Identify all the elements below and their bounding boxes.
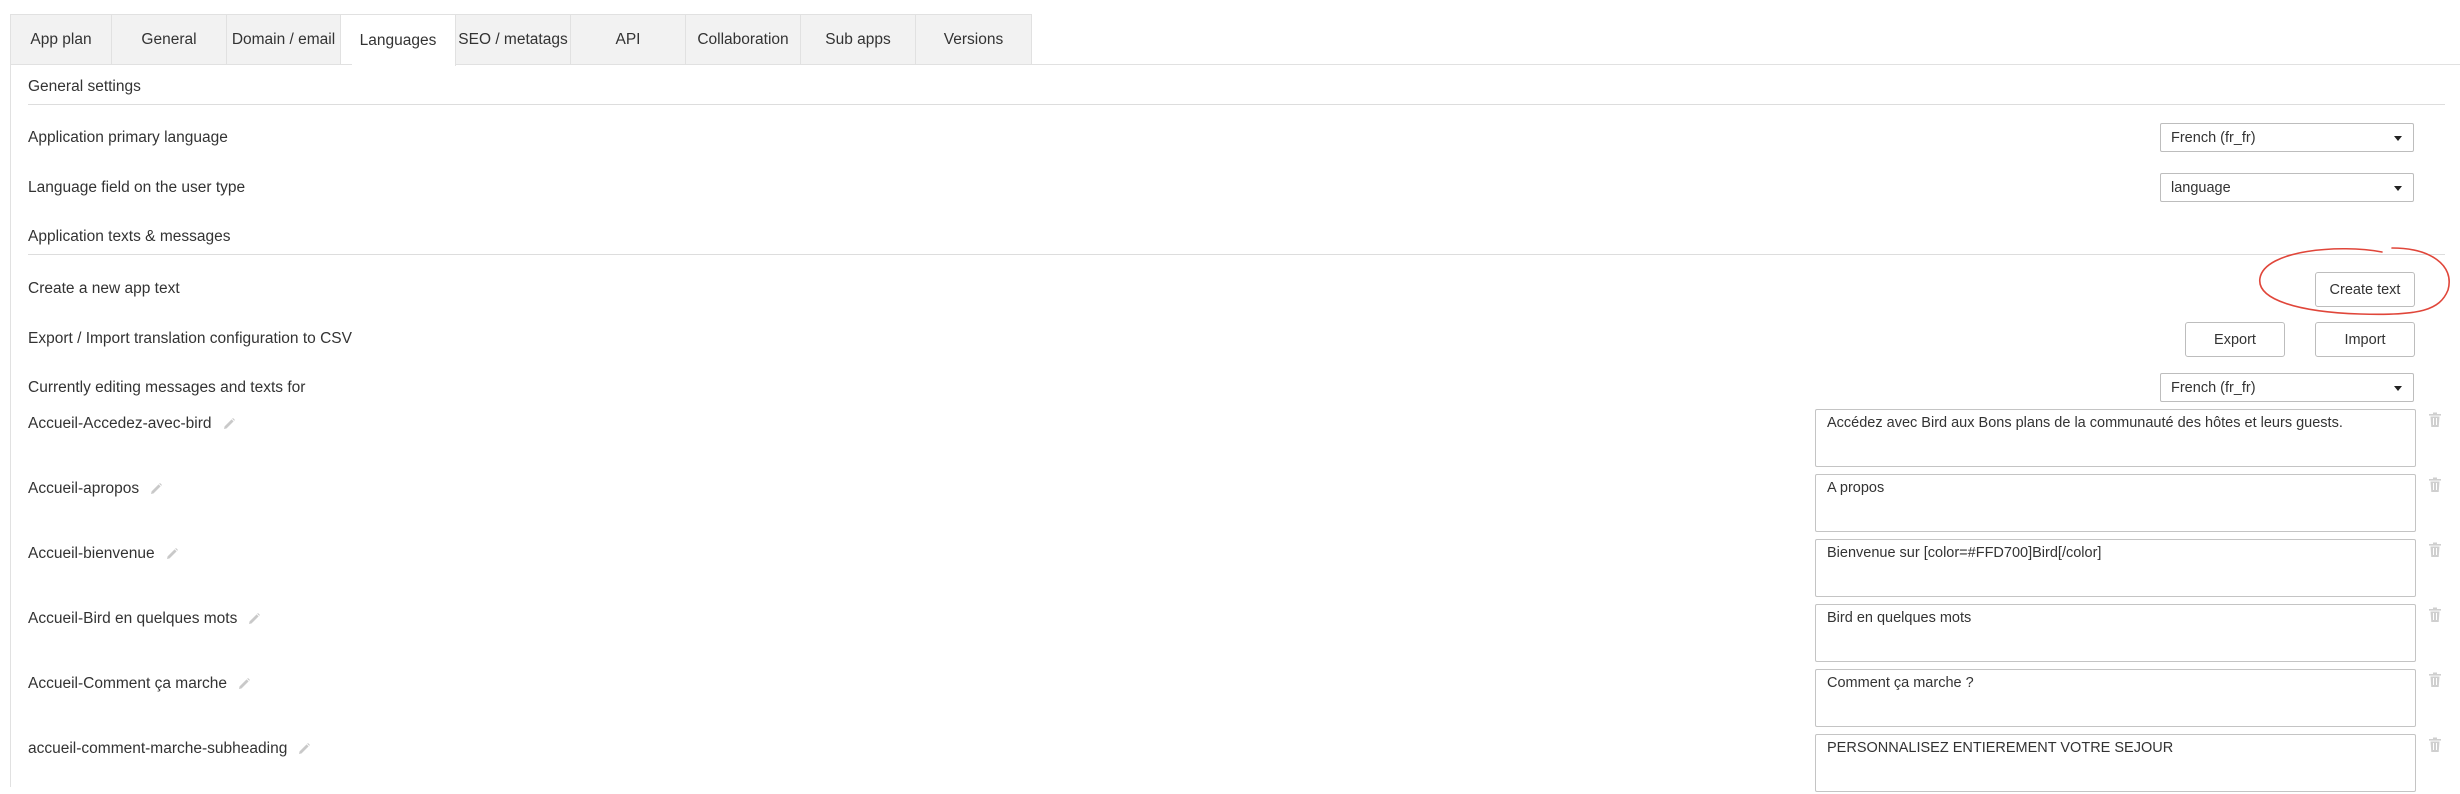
pencil-icon[interactable] (247, 612, 261, 626)
section-divider (28, 104, 2445, 105)
language-field-dropdown[interactable]: language (2160, 173, 2414, 202)
trash-icon[interactable] (2428, 412, 2442, 428)
pencil-icon[interactable] (237, 677, 251, 691)
language-field-value: language (2171, 179, 2231, 196)
editing-language-dropdown[interactable]: French (fr_fr) (2160, 373, 2414, 402)
app-text-value-input[interactable]: Bird en quelques mots (1815, 604, 2416, 662)
tab-bar-divider (455, 64, 2460, 65)
tab-collaboration[interactable]: Collaboration (686, 15, 801, 65)
section-divider (28, 254, 2445, 255)
caret-down-icon (2394, 186, 2402, 191)
tab-languages[interactable]: Languages (341, 15, 456, 66)
pencil-icon[interactable] (165, 547, 179, 561)
app-text-row: Accueil-apropos A propos (0, 474, 2460, 534)
app-text-key: accueil-comment-marche-subheading (28, 740, 288, 757)
create-text-button[interactable]: Create text (2315, 272, 2415, 307)
app-text-value-input[interactable]: Comment ça marche ? (1815, 669, 2416, 727)
tab-api[interactable]: API (571, 15, 686, 65)
import-button[interactable]: Import (2315, 322, 2415, 357)
app-text-key: Accueil-Bird en quelques mots (28, 610, 238, 627)
tab-seo-metatags[interactable]: SEO / metatags (456, 15, 571, 65)
primary-language-label: Application primary language (28, 129, 228, 146)
editing-language-value: French (fr_fr) (2171, 379, 2256, 396)
pencil-icon[interactable] (222, 417, 236, 431)
tab-general[interactable]: General (112, 15, 227, 65)
primary-language-value: French (fr_fr) (2171, 129, 2256, 146)
app-text-value-input[interactable]: PERSONNALISEZ ENTIEREMENT VOTRE SEJOUR (1815, 734, 2416, 792)
app-text-value-input[interactable]: A propos (1815, 474, 2416, 532)
pencil-icon[interactable] (149, 482, 163, 496)
pencil-icon[interactable] (297, 742, 311, 756)
app-text-row: Accueil-Bird en quelques mots Bird en qu… (0, 604, 2460, 664)
export-import-label: Export / Import translation configuratio… (28, 330, 352, 347)
app-text-key: Accueil-Accedez-avec-bird (28, 415, 212, 432)
settings-tab-bar: App plan General Domain / email Language… (10, 14, 1032, 66)
tab-sub-apps[interactable]: Sub apps (801, 15, 916, 65)
app-text-row: Accueil-bienvenue Bienvenue sur [color=#… (0, 539, 2460, 599)
trash-icon[interactable] (2428, 477, 2442, 493)
app-text-key: Accueil-bienvenue (28, 545, 155, 562)
app-text-value-input[interactable]: Bienvenue sur [color=#FFD700]Bird[/color… (1815, 539, 2416, 597)
app-text-key: Accueil-Comment ça marche (28, 675, 227, 692)
app-text-row: Accueil-Accedez-avec-bird Accédez avec B… (0, 409, 2460, 469)
app-texts-title: Application texts & messages (28, 228, 231, 245)
tab-versions[interactable]: Versions (916, 15, 1031, 65)
primary-language-dropdown[interactable]: French (fr_fr) (2160, 123, 2414, 152)
tab-bar-divider-left (10, 64, 352, 65)
create-app-text-label: Create a new app text (28, 280, 180, 297)
trash-icon[interactable] (2428, 542, 2442, 558)
app-text-row: accueil-comment-marche-subheading PERSON… (0, 734, 2460, 794)
caret-down-icon (2394, 136, 2402, 141)
general-settings-title: General settings (28, 78, 141, 95)
trash-icon[interactable] (2428, 737, 2442, 753)
app-text-value-input[interactable]: Accédez avec Bird aux Bons plans de la c… (1815, 409, 2416, 467)
language-field-label: Language field on the user type (28, 179, 246, 196)
export-button[interactable]: Export (2185, 322, 2285, 357)
trash-icon[interactable] (2428, 672, 2442, 688)
trash-icon[interactable] (2428, 607, 2442, 623)
tab-domain-email[interactable]: Domain / email (227, 15, 341, 65)
editing-language-label: Currently editing messages and texts for (28, 379, 306, 396)
app-text-row: Accueil-Comment ça marche Comment ça mar… (0, 669, 2460, 729)
caret-down-icon (2394, 386, 2402, 391)
tab-app-plan[interactable]: App plan (11, 15, 112, 65)
app-text-key: Accueil-apropos (28, 480, 140, 497)
